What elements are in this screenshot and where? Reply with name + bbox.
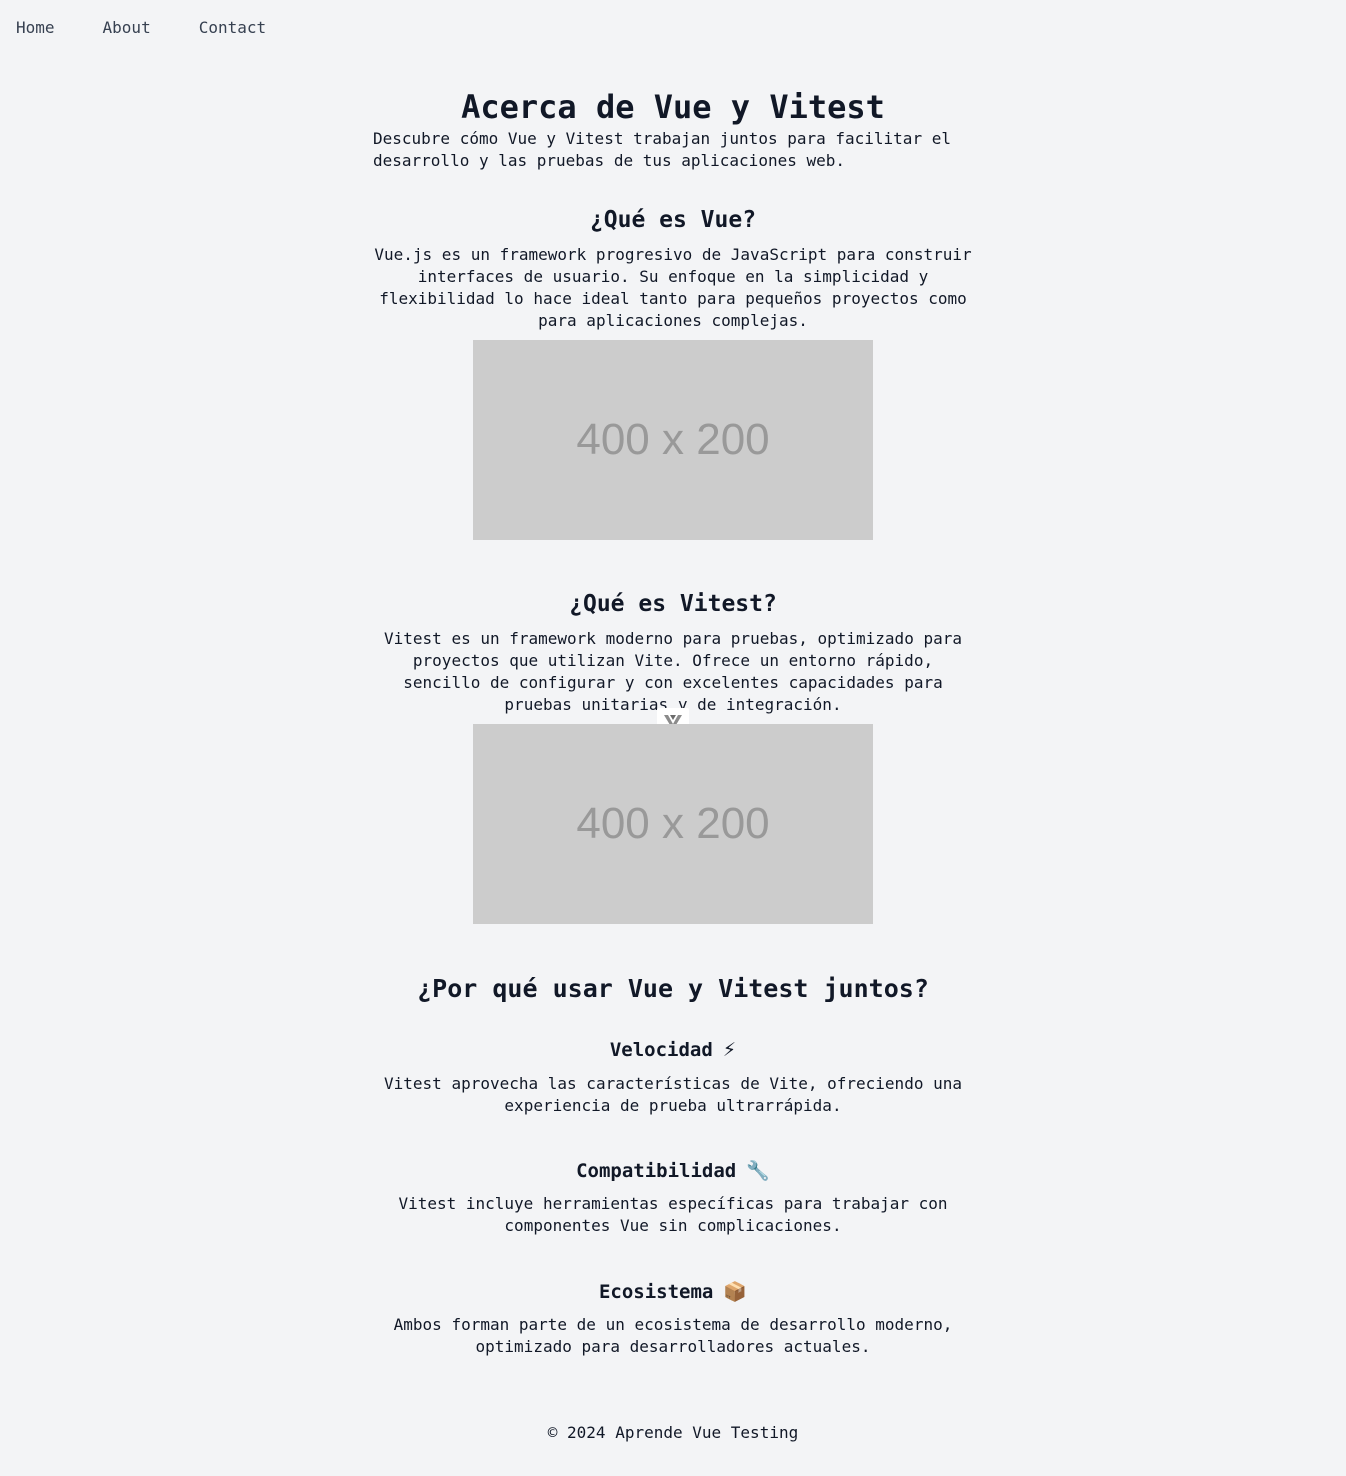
feature-title-text: Ecosistema: [598, 1281, 714, 1303]
footer-copyright: © 2024 Aprende Vue Testing: [547, 1423, 799, 1442]
nav-link-home[interactable]: Home: [16, 18, 55, 38]
vitest-section-text: Vitest es un framework moderno para prue…: [384, 629, 962, 714]
page-description: Descubre cómo Vue y Vitest trabajan junt…: [373, 129, 951, 170]
feature-text-compatibilidad: Vitest incluye herramientas específicas …: [398, 1194, 948, 1235]
nav-link-contact[interactable]: Contact: [199, 18, 266, 38]
vue-section-text: Vue.js es un framework progresivo de Jav…: [374, 245, 972, 330]
page-title: Acerca de Vue y Vitest: [461, 88, 885, 126]
lightning-icon: ⚡: [722, 1039, 737, 1061]
vue-section-title: ¿Qué es Vue?: [589, 207, 757, 233]
feature-text-ecosistema: Ambos forman parte de un ecosistema de d…: [393, 1315, 953, 1356]
feature-title-text: Compatibilidad: [576, 1160, 737, 1182]
nav-link-about[interactable]: About: [103, 18, 151, 38]
feature-text-velocidad: Vitest aprovecha las características de …: [384, 1074, 962, 1115]
vitest-image-label: 400 x 200: [576, 799, 770, 848]
wrench-icon: 🔧: [746, 1160, 770, 1182]
package-icon: 📦: [723, 1281, 748, 1303]
feature-title-velocidad: Velocidad ⚡: [0, 1038, 1346, 1062]
feature-title-text: Velocidad: [609, 1039, 713, 1061]
vitest-placeholder-image: 400 x 200: [473, 724, 873, 924]
feature-title-ecosistema: Ecosistema 📦: [0, 1280, 1346, 1304]
vitest-section-title: ¿Qué es Vitest?: [569, 591, 777, 617]
why-section-title: ¿Por qué usar Vue y Vitest juntos?: [417, 974, 929, 1003]
feature-title-compatibilidad: Compatibilidad 🔧: [0, 1159, 1346, 1183]
vue-placeholder-image: 400 x 200: [473, 340, 873, 540]
top-navigation: Home About Contact: [16, 18, 266, 38]
vue-image-label: 400 x 200: [576, 415, 770, 464]
